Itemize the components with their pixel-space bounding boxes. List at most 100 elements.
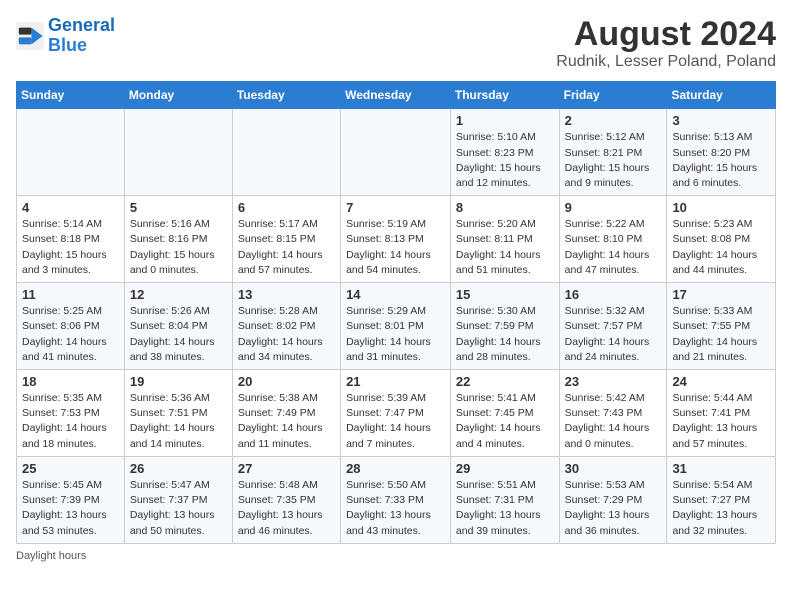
week-row-2: 4 Sunrise: 5:14 AMSunset: 8:18 PMDaylight… <box>17 196 776 283</box>
calendar-cell: 26Sunrise: 5:47 AMSunset: 7:37 PMDayligh… <box>124 456 232 543</box>
day-info: Sunrise: 5:25 AMSunset: 8:06 PMDaylight:… <box>22 304 119 365</box>
calendar-cell: 18 Sunrise: 5:35 AMSunset: 7:53 PMDayligh… <box>17 370 125 457</box>
calendar-cell: 12 Sunrise: 5:26 AMSunset: 8:04 PMDayligh… <box>124 283 232 370</box>
day-info: Sunrise: 5:26 AMSunset: 8:04 PMDaylight:… <box>130 304 227 365</box>
calendar-cell: 28 Sunrise: 5:50 AMSunset: 7:33 PMDayligh… <box>341 456 451 543</box>
calendar-cell: 15 Sunrise: 5:30 AMSunset: 7:59 PMDayligh… <box>450 283 559 370</box>
day-info: Sunrise: 5:22 AMSunset: 8:10 PMDaylight:… <box>565 217 662 278</box>
day-number: 4 <box>22 200 119 215</box>
day-info: Sunrise: 5:16 AMSunset: 8:16 PMDaylight:… <box>130 217 227 278</box>
day-number: 11 <box>22 287 119 302</box>
day-number: 10 <box>672 200 770 215</box>
day-number: 24 <box>672 374 770 389</box>
logo-icon <box>16 22 44 50</box>
day-number: 30 <box>565 461 662 476</box>
calendar-cell: 22 Sunrise: 5:41 AMSunset: 7:45 PMDayligh… <box>450 370 559 457</box>
day-info: Sunrise: 5:29 AMSunset: 8:01 PMDaylight:… <box>346 304 445 365</box>
day-number: 8 <box>456 200 554 215</box>
calendar-cell <box>232 109 340 196</box>
calendar-cell: 27Sunrise: 5:48 AMSunset: 7:35 PMDayligh… <box>232 456 340 543</box>
title-area: August 2024 Rudnik, Lesser Poland, Polan… <box>556 16 776 71</box>
day-number: 5 <box>130 200 227 215</box>
day-info: Sunrise: 5:28 AMSunset: 8:02 PMDaylight:… <box>238 304 335 365</box>
location: Rudnik, Lesser Poland, Poland <box>556 53 776 71</box>
calendar-cell: 20Sunrise: 5:38 AMSunset: 7:49 PMDayligh… <box>232 370 340 457</box>
week-row-5: 25 Sunrise: 5:45 AMSunset: 7:39 PMDayligh… <box>17 456 776 543</box>
day-number: 15 <box>456 287 554 302</box>
col-header-sunday: Sunday <box>17 82 125 109</box>
day-info: Sunrise: 5:10 AMSunset: 8:23 PMDaylight:… <box>456 130 554 191</box>
day-info: Sunrise: 5:50 AMSunset: 7:33 PMDaylight:… <box>346 478 445 539</box>
day-info: Sunrise: 5:54 AMSunset: 7:27 PMDaylight:… <box>672 478 770 539</box>
calendar-cell: 17 Sunrise: 5:33 AMSunset: 7:55 PMDayligh… <box>667 283 776 370</box>
calendar-cell: 8 Sunrise: 5:20 AMSunset: 8:11 PMDaylight… <box>450 196 559 283</box>
calendar-cell: 9 Sunrise: 5:22 AMSunset: 8:10 PMDaylight… <box>559 196 667 283</box>
day-number: 3 <box>672 113 770 128</box>
calendar-cell: 4 Sunrise: 5:14 AMSunset: 8:18 PMDaylight… <box>17 196 125 283</box>
col-header-wednesday: Wednesday <box>341 82 451 109</box>
day-number: 23 <box>565 374 662 389</box>
week-row-3: 11 Sunrise: 5:25 AMSunset: 8:06 PMDayligh… <box>17 283 776 370</box>
day-number: 25 <box>22 461 119 476</box>
day-number: 17 <box>672 287 770 302</box>
day-info: Sunrise: 5:36 AMSunset: 7:51 PMDaylight:… <box>130 391 227 452</box>
col-header-saturday: Saturday <box>667 82 776 109</box>
calendar-cell: 31 Sunrise: 5:54 AMSunset: 7:27 PMDayligh… <box>667 456 776 543</box>
day-number: 2 <box>565 113 662 128</box>
day-info: Sunrise: 5:44 AMSunset: 7:41 PMDaylight:… <box>672 391 770 452</box>
day-info: Sunrise: 5:41 AMSunset: 7:45 PMDaylight:… <box>456 391 554 452</box>
day-number: 31 <box>672 461 770 476</box>
day-info: Sunrise: 5:30 AMSunset: 7:59 PMDaylight:… <box>456 304 554 365</box>
day-number: 12 <box>130 287 227 302</box>
page-header: General Blue August 2024 Rudnik, Lesser … <box>16 16 776 71</box>
day-info: Sunrise: 5:33 AMSunset: 7:55 PMDaylight:… <box>672 304 770 365</box>
logo-text: General Blue <box>48 16 115 56</box>
day-info: Sunrise: 5:38 AMSunset: 7:49 PMDaylight:… <box>238 391 335 452</box>
day-number: 9 <box>565 200 662 215</box>
calendar-cell: 2Sunrise: 5:12 AMSunset: 8:21 PMDaylight… <box>559 109 667 196</box>
calendar-cell: 19 Sunrise: 5:36 AMSunset: 7:51 PMDayligh… <box>124 370 232 457</box>
day-info: Sunrise: 5:39 AMSunset: 7:47 PMDaylight:… <box>346 391 445 452</box>
day-number: 22 <box>456 374 554 389</box>
calendar-cell: 11 Sunrise: 5:25 AMSunset: 8:06 PMDayligh… <box>17 283 125 370</box>
calendar-cell: 23 Sunrise: 5:42 AMSunset: 7:43 PMDayligh… <box>559 370 667 457</box>
day-info: Sunrise: 5:13 AMSunset: 8:20 PMDaylight:… <box>672 130 770 191</box>
calendar-cell: 30 Sunrise: 5:53 AMSunset: 7:29 PMDayligh… <box>559 456 667 543</box>
footer-note: Daylight hours <box>16 550 776 562</box>
calendar-cell: 1 Sunrise: 5:10 AMSunset: 8:23 PMDaylight… <box>450 109 559 196</box>
calendar-cell <box>341 109 451 196</box>
day-info: Sunrise: 5:14 AMSunset: 8:18 PMDaylight:… <box>22 217 119 278</box>
week-row-4: 18 Sunrise: 5:35 AMSunset: 7:53 PMDayligh… <box>17 370 776 457</box>
calendar-cell <box>124 109 232 196</box>
day-info: Sunrise: 5:32 AMSunset: 7:57 PMDaylight:… <box>565 304 662 365</box>
col-header-thursday: Thursday <box>450 82 559 109</box>
day-number: 7 <box>346 200 445 215</box>
day-number: 19 <box>130 374 227 389</box>
daylight-label: Daylight hours <box>16 550 86 562</box>
day-info: Sunrise: 5:53 AMSunset: 7:29 PMDaylight:… <box>565 478 662 539</box>
day-number: 1 <box>456 113 554 128</box>
day-number: 28 <box>346 461 445 476</box>
col-header-friday: Friday <box>559 82 667 109</box>
calendar-cell: 25 Sunrise: 5:45 AMSunset: 7:39 PMDayligh… <box>17 456 125 543</box>
day-number: 16 <box>565 287 662 302</box>
day-info: Sunrise: 5:20 AMSunset: 8:11 PMDaylight:… <box>456 217 554 278</box>
calendar-cell: 21 Sunrise: 5:39 AMSunset: 7:47 PMDayligh… <box>341 370 451 457</box>
col-header-tuesday: Tuesday <box>232 82 340 109</box>
calendar-table: SundayMondayTuesdayWednesdayThursdayFrid… <box>16 81 776 543</box>
day-info: Sunrise: 5:42 AMSunset: 7:43 PMDaylight:… <box>565 391 662 452</box>
calendar-cell: 29Sunrise: 5:51 AMSunset: 7:31 PMDayligh… <box>450 456 559 543</box>
day-info: Sunrise: 5:35 AMSunset: 7:53 PMDaylight:… <box>22 391 119 452</box>
day-number: 13 <box>238 287 335 302</box>
header-row: SundayMondayTuesdayWednesdayThursdayFrid… <box>17 82 776 109</box>
calendar-cell: 14Sunrise: 5:29 AMSunset: 8:01 PMDayligh… <box>341 283 451 370</box>
week-row-1: 1 Sunrise: 5:10 AMSunset: 8:23 PMDaylight… <box>17 109 776 196</box>
day-info: Sunrise: 5:48 AMSunset: 7:35 PMDaylight:… <box>238 478 335 539</box>
calendar-cell: 24 Sunrise: 5:44 AMSunset: 7:41 PMDayligh… <box>667 370 776 457</box>
day-info: Sunrise: 5:19 AMSunset: 8:13 PMDaylight:… <box>346 217 445 278</box>
day-number: 21 <box>346 374 445 389</box>
calendar-cell: 6Sunrise: 5:17 AMSunset: 8:15 PMDaylight… <box>232 196 340 283</box>
day-info: Sunrise: 5:45 AMSunset: 7:39 PMDaylight:… <box>22 478 119 539</box>
calendar-cell: 5 Sunrise: 5:16 AMSunset: 8:16 PMDaylight… <box>124 196 232 283</box>
day-number: 18 <box>22 374 119 389</box>
